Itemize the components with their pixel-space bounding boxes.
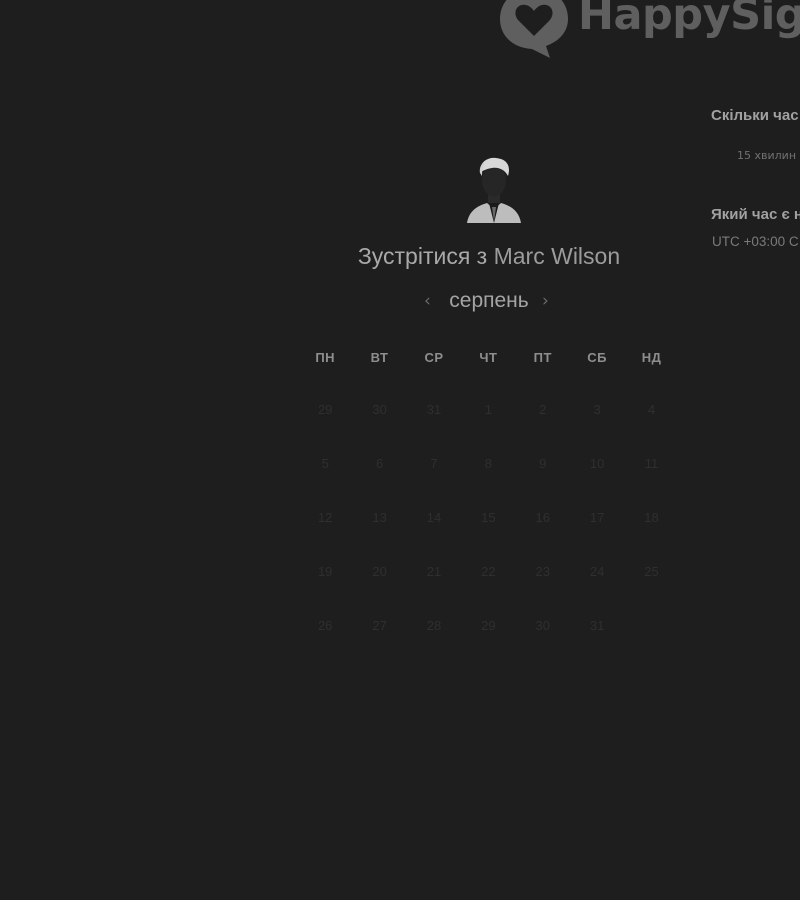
calendar-day: 25 (644, 564, 659, 579)
calendar-day: 20 (372, 564, 387, 579)
calendar-day: 10 (589, 456, 605, 471)
calendar-day: 6 (375, 456, 384, 471)
calendar-day: 18 (644, 510, 659, 525)
weekday-label: СР (424, 350, 444, 365)
meet-prefix: Зустрітися з (357, 243, 488, 269)
calendar-week: 26 27 28 29 30 31 (298, 611, 679, 665)
calendar-day: 17 (589, 510, 605, 525)
calendar-day: 5 (321, 456, 329, 471)
calendar-week: 12 13 14 15 16 17 18 (298, 503, 679, 557)
chevron-right-icon[interactable]: › (542, 291, 549, 311)
duration-label: Скільки час (711, 107, 799, 124)
weekday-label: НД (641, 350, 662, 365)
calendar-week: 19 20 21 22 23 24 25 (298, 557, 679, 611)
page-title: Зустрітися з Marc Wilson (0, 243, 800, 270)
calendar-day: 29 (317, 402, 333, 417)
calendar-day: 13 (372, 510, 387, 525)
calendar-day: 28 (426, 618, 442, 633)
calendar-day: 7 (430, 456, 438, 471)
calendar-day: 31 (589, 618, 605, 633)
calendar-day: 3 (593, 402, 601, 417)
calendar-day: 22 (481, 564, 496, 579)
calendar-day: 1 (484, 402, 492, 417)
calendar-day: 4 (647, 402, 656, 417)
calendar-day: 9 (539, 456, 547, 471)
calendar-day: 12 (317, 510, 333, 525)
calendar-day: 30 (535, 618, 550, 633)
calendar-day: 24 (589, 564, 605, 579)
host-name: Marc Wilson (493, 243, 621, 269)
month-navigation: ‹ серпень › (420, 288, 558, 318)
timezone-label: Який час є н (711, 206, 800, 223)
calendar-day: 31 (426, 402, 442, 417)
avatar (467, 157, 521, 223)
calendar-day: 23 (535, 564, 550, 579)
duration-value: 15 хвилин (737, 149, 797, 162)
weekday-header: ПН ВТ СР ЧТ ПТ СБ НД (298, 343, 679, 373)
calendar-day: 21 (426, 564, 442, 579)
calendar-day: 15 (481, 510, 496, 525)
calendar-day: 8 (484, 456, 492, 471)
weekday-label: ВТ (370, 350, 389, 365)
calendar-day: 16 (535, 510, 550, 525)
calendar-day: 29 (481, 618, 496, 633)
calendar-day: 11 (644, 456, 659, 471)
brand-name: HappySign (578, 0, 800, 40)
weekday-label: ЧТ (479, 350, 498, 365)
calendar-week: 29 30 31 1 2 3 4 (298, 395, 679, 449)
weekday-label: ПН (315, 350, 336, 365)
weekday-label: СБ (587, 350, 608, 365)
month-label: серпень (449, 289, 529, 312)
calendar-day: 27 (372, 618, 387, 633)
calendar-day: 26 (317, 618, 333, 633)
calendar-day: 19 (317, 564, 333, 579)
calendar-day: 30 (372, 402, 387, 417)
calendar-day: 14 (426, 510, 442, 525)
calendar: ПН ВТ СР ЧТ ПТ СБ НД 29 30 31 1 2 3 4 5 … (298, 343, 679, 633)
heart-speech-bubble-icon (500, 0, 568, 58)
calendar-grid: 29 30 31 1 2 3 4 5 6 7 8 9 10 11 12 13 1… (298, 395, 679, 665)
timezone-value[interactable]: UTC +03:00 C (712, 234, 799, 249)
calendar-day: 2 (539, 402, 547, 417)
weekday-label: ПТ (533, 350, 552, 365)
calendar-week: 5 6 7 8 9 10 11 (298, 449, 679, 503)
